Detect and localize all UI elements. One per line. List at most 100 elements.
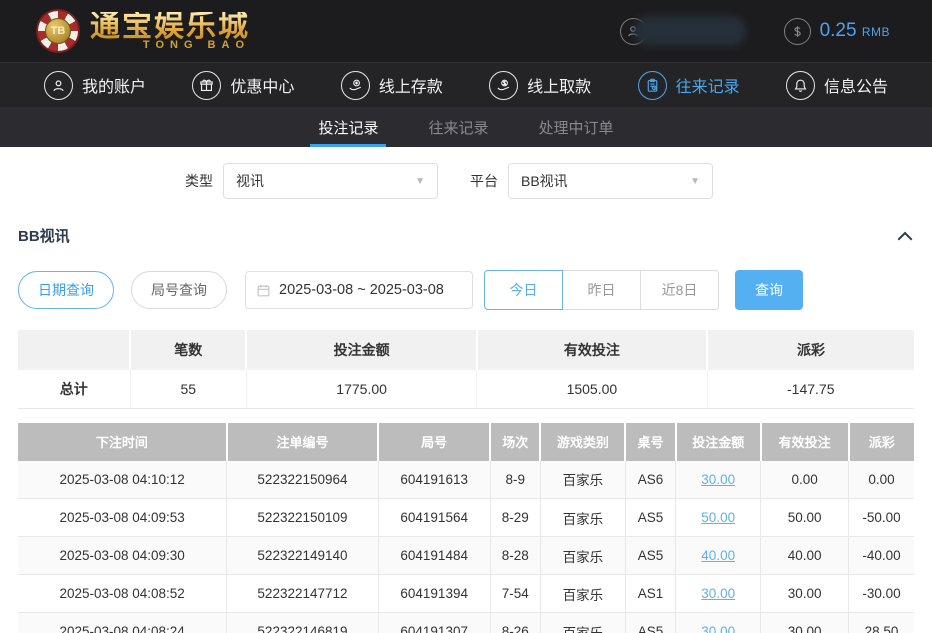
- type-select[interactable]: 视讯 ▼: [223, 163, 438, 199]
- order-number: 522322147712: [227, 575, 378, 613]
- yesterday-button[interactable]: 昨日: [562, 270, 641, 310]
- round-number: 604191307: [378, 613, 490, 633]
- currency-label: RMB: [862, 25, 890, 39]
- game-type: 百家乐: [540, 537, 625, 575]
- platform-section-header: BB视讯: [18, 225, 914, 246]
- summary-header-valid-bet: 有效投注: [477, 330, 707, 370]
- poker-chip-icon: TB: [36, 9, 80, 53]
- tab-pending-orders[interactable]: 处理中订单: [537, 107, 616, 147]
- nav-announcements[interactable]: 信息公告: [786, 71, 888, 100]
- bet-time: 2025-03-08 04:08:24: [18, 613, 227, 633]
- table-row: 2025-03-08 04:08:52 522322147712 6041913…: [18, 575, 914, 613]
- site-title: 通宝娱乐城: [90, 12, 250, 42]
- order-number: 522322150109: [227, 499, 378, 537]
- bet-amount-link[interactable]: 50.00: [701, 510, 735, 525]
- nav-deposit[interactable]: 线上存款: [341, 71, 443, 100]
- quick-range-group: 今日 昨日 近8日: [484, 270, 719, 310]
- nav-promotions[interactable]: 优惠中心: [192, 71, 294, 100]
- bet-amount-link[interactable]: 40.00: [701, 548, 735, 563]
- bet-time: 2025-03-08 04:10:12: [18, 461, 227, 499]
- bet-amount-cell: 30.00: [676, 461, 761, 499]
- table-number: AS5: [625, 499, 675, 537]
- nav-withdraw[interactable]: 线上取款: [489, 71, 591, 100]
- summary-payout: -147.75: [707, 370, 914, 408]
- deposit-icon: [341, 71, 370, 100]
- col-table-number: 桌号: [625, 423, 675, 461]
- game-type: 百家乐: [540, 499, 625, 537]
- bet-amount-cell: 40.00: [676, 537, 761, 575]
- platform-label: 平台: [470, 171, 498, 191]
- round-number: 604191394: [378, 575, 490, 613]
- nav-label: 线上存款: [379, 73, 443, 97]
- nav-label: 优惠中心: [230, 73, 294, 97]
- session: 7-54: [490, 575, 540, 613]
- bet-time: 2025-03-08 04:09:53: [18, 499, 227, 537]
- bet-amount-link[interactable]: 30.00: [701, 472, 735, 487]
- table-row: 2025-03-08 04:10:12 522322150964 6041916…: [18, 461, 914, 499]
- bet-amount-link[interactable]: 30.00: [701, 624, 735, 633]
- bet-records-table: 下注时间 注单编号 局号 场次 游戏类别 桌号 投注金额 有效投注 派彩 202…: [18, 423, 914, 633]
- chip-monogram: TB: [45, 18, 71, 44]
- payout: 28.50: [849, 613, 914, 633]
- valid-bet: 50.00: [761, 499, 849, 537]
- order-number: 522322150964: [227, 461, 378, 499]
- valid-bet: 30.00: [761, 575, 849, 613]
- valid-bet: 40.00: [761, 537, 849, 575]
- col-game-type: 游戏类别: [540, 423, 625, 461]
- summary-total-row: 总计 55 1775.00 1505.00 -147.75: [18, 370, 914, 408]
- session: 8-28: [490, 537, 540, 575]
- collapse-chevron-icon[interactable]: [896, 229, 914, 243]
- game-type: 百家乐: [540, 575, 625, 613]
- user-icon: [44, 71, 73, 100]
- top-bar: TB 通宝娱乐城 TONG BAO 0.25 RMB: [0, 0, 932, 62]
- col-session: 场次: [490, 423, 540, 461]
- type-select-value: 视讯: [236, 171, 264, 191]
- payout: -30.00: [849, 575, 914, 613]
- chevron-down-icon: ▼: [690, 176, 700, 187]
- summary-header-count: 笔数: [130, 330, 246, 370]
- site-subtitle: TONG BAO: [143, 40, 250, 51]
- username-redacted: [634, 16, 746, 46]
- nav-label: 线上取款: [527, 73, 591, 97]
- table-number: AS5: [625, 613, 675, 633]
- summary-bet-amount: 1775.00: [246, 370, 476, 408]
- payout: -50.00: [849, 499, 914, 537]
- section-title: BB视讯: [18, 225, 70, 246]
- filter-row: 类型 视讯 ▼ 平台 BB视讯 ▼: [185, 163, 914, 199]
- gift-icon: [192, 71, 221, 100]
- round-query-button[interactable]: 局号查询: [131, 271, 227, 309]
- summary-table: 笔数 投注金额 有效投注 派彩 总计 55 1775.00 1505.00 -1…: [18, 330, 914, 409]
- bet-amount-link[interactable]: 30.00: [701, 586, 735, 601]
- game-type: 百家乐: [540, 461, 625, 499]
- bet-amount-cell: 30.00: [676, 613, 761, 633]
- last-8-days-button[interactable]: 近8日: [640, 270, 719, 310]
- table-row: 2025-03-08 04:09:30 522322149140 6041914…: [18, 537, 914, 575]
- today-button[interactable]: 今日: [484, 270, 563, 310]
- summary-valid-bet: 1505.00: [477, 370, 707, 408]
- platform-select[interactable]: BB视讯 ▼: [508, 163, 713, 199]
- date-range-input[interactable]: 2025-03-08 ~ 2025-03-08: [245, 271, 473, 309]
- bet-time: 2025-03-08 04:09:30: [18, 537, 227, 575]
- date-range-value: 2025-03-08 ~ 2025-03-08: [279, 282, 444, 298]
- col-order-number: 注单编号: [227, 423, 378, 461]
- wallet-balance[interactable]: 0.25 RMB: [784, 18, 890, 45]
- col-round-number: 局号: [378, 423, 490, 461]
- dollar-icon: [784, 18, 811, 45]
- nav-transaction-records[interactable]: 往来记录: [638, 71, 740, 100]
- date-query-button[interactable]: 日期查询: [18, 271, 114, 309]
- user-account-area[interactable]: [620, 16, 746, 46]
- nav-label: 我的账户: [82, 73, 146, 97]
- nav-my-account[interactable]: 我的账户: [44, 71, 146, 100]
- round-number: 604191564: [378, 499, 490, 537]
- game-type: 百家乐: [540, 613, 625, 633]
- tab-transaction-records[interactable]: 往来记录: [426, 107, 490, 147]
- summary-header-payout: 派彩: [707, 330, 914, 370]
- bell-icon: [786, 71, 815, 100]
- records-icon: [638, 71, 667, 100]
- order-number: 522322146819: [227, 613, 378, 633]
- tab-betting-records[interactable]: 投注记录: [316, 107, 380, 147]
- table-number: AS5: [625, 537, 675, 575]
- site-logo[interactable]: TB 通宝娱乐城 TONG BAO: [36, 9, 250, 53]
- calendar-icon: [256, 283, 271, 298]
- search-button[interactable]: 查询: [735, 270, 803, 310]
